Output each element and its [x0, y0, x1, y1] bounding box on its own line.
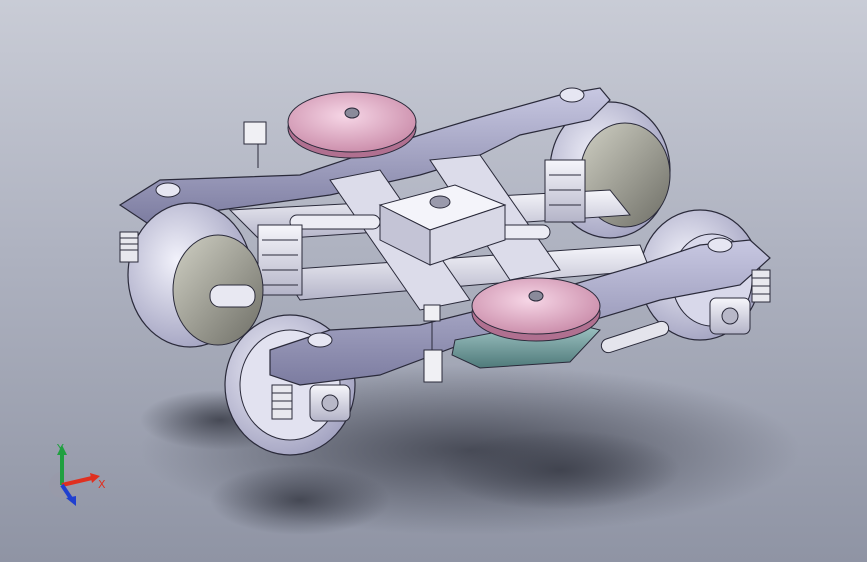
y-axis-label: Y [56, 442, 64, 455]
axle-box-rear [709, 297, 751, 335]
upper-air-spring-pad [287, 91, 417, 159]
brake-unit-right [544, 159, 586, 223]
rear-right-spring [751, 269, 771, 303]
z-axis-arrowhead [66, 496, 76, 506]
bogie-model-view[interactable] [0, 0, 867, 562]
front-left-wheel [127, 202, 264, 348]
brake-unit-left [257, 224, 303, 296]
lower-air-spring-pad [471, 277, 601, 342]
coordinate-triad: Y X [49, 442, 106, 506]
front-near-spring [271, 384, 293, 420]
x-axis-label: X [98, 478, 106, 491]
front-left-spring [119, 231, 139, 263]
axle-box-front [309, 384, 351, 422]
sensor-block-top [243, 121, 267, 168]
graphics-viewport[interactable]: Y X [0, 0, 867, 562]
